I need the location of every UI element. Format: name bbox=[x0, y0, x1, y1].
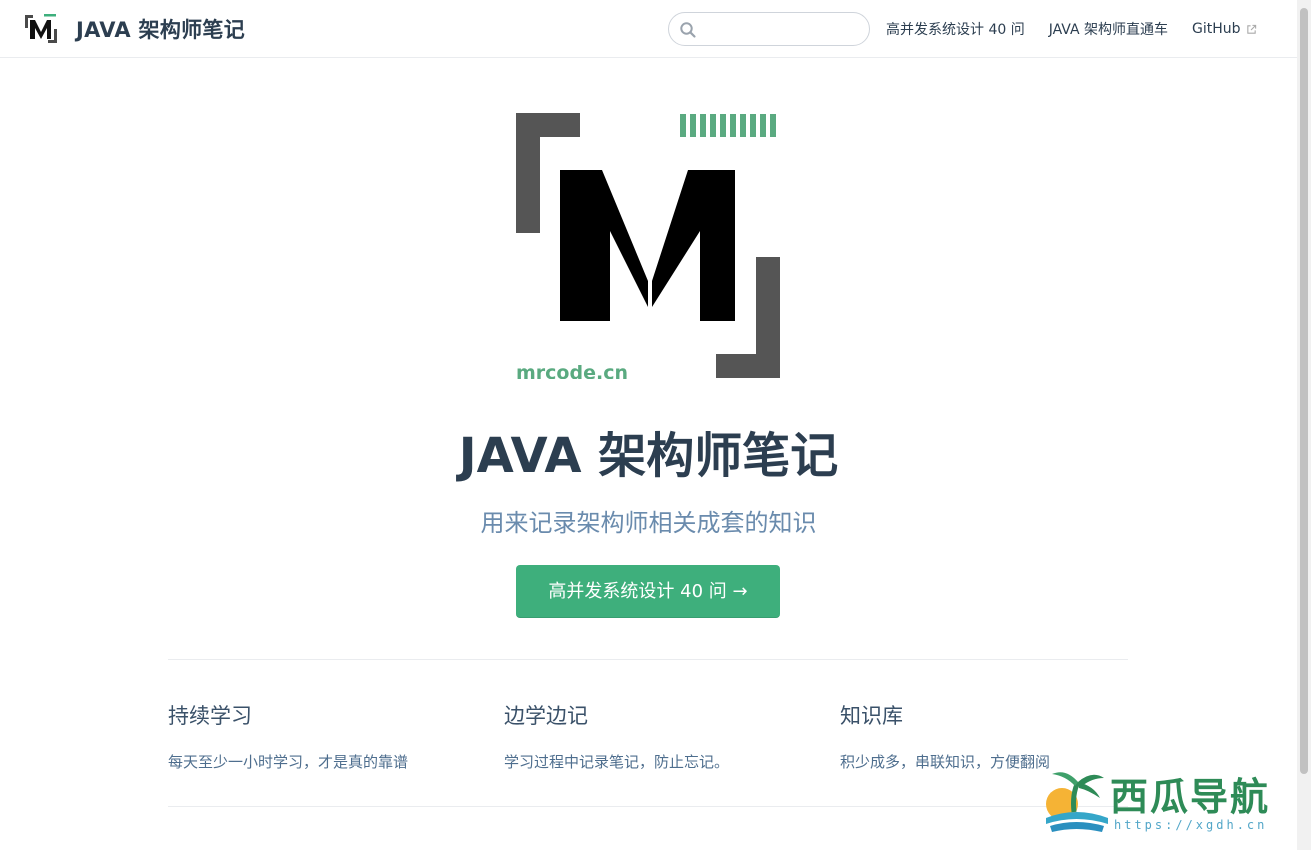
external-link-icon bbox=[1246, 24, 1256, 34]
site-logo-icon bbox=[24, 12, 58, 46]
feature-details: 每天至少一小时学习，才是真的靠谱 bbox=[168, 753, 409, 771]
nav-link-high-concurrency[interactable]: 高并发系统设计 40 问 bbox=[886, 19, 1025, 39]
feature-item: 持续学习 每天至少一小时学习，才是真的靠谱 bbox=[168, 700, 468, 774]
feature-item: 知识库 积少成多，串联知识，方便翻阅 bbox=[840, 700, 1140, 774]
hero-logo: mrcode.cn bbox=[516, 113, 782, 384]
nav-links: 高并发系统设计 40 问 JAVA 架构师直通车 GitHub bbox=[886, 19, 1257, 39]
nav-link-github-label: GitHub bbox=[1192, 21, 1241, 37]
site-title: JAVA 架构师笔记 bbox=[76, 18, 246, 42]
watermark-text: 西瓜导航 bbox=[1110, 774, 1271, 819]
search-box[interactable] bbox=[668, 12, 870, 46]
scrollbar-thumb[interactable] bbox=[1300, 8, 1308, 774]
watermark: 西瓜导航 https://xgdh.cn bbox=[1042, 764, 1292, 836]
nav-link-architect-train[interactable]: JAVA 架构师直通车 bbox=[1049, 19, 1168, 39]
palm-island-icon bbox=[1046, 772, 1108, 832]
feature-title: 边学边记 bbox=[504, 704, 588, 728]
primary-action-button[interactable]: 高并发系统设计 40 问 → bbox=[516, 565, 780, 618]
feature-item: 边学边记 学习过程中记录笔记，防止忘记。 bbox=[504, 700, 804, 774]
divider bbox=[168, 659, 1128, 660]
hero-description: 用来记录架构师相关成套的知识 bbox=[480, 509, 817, 537]
home-link[interactable]: JAVA 架构师笔记 bbox=[24, 12, 245, 46]
feature-title: 知识库 bbox=[840, 704, 903, 728]
navbar: JAVA 架构师笔记 高并发系统设计 40 问 JAVA 架构师直通车 GitH… bbox=[0, 0, 1297, 58]
hero-title: JAVA 架构师笔记 bbox=[458, 428, 839, 484]
search-input[interactable] bbox=[701, 18, 861, 40]
watermark-url: https://xgdh.cn bbox=[1114, 818, 1268, 832]
feature-title: 持续学习 bbox=[168, 704, 252, 728]
divider bbox=[168, 806, 1128, 807]
nav-link-github[interactable]: GitHub bbox=[1192, 19, 1257, 39]
search-icon bbox=[679, 21, 697, 39]
scrollbar[interactable] bbox=[1297, 0, 1311, 850]
logo-domain-text: mrcode.cn bbox=[516, 362, 628, 379]
feature-details: 学习过程中记录笔记，防止忘记。 bbox=[504, 753, 730, 771]
